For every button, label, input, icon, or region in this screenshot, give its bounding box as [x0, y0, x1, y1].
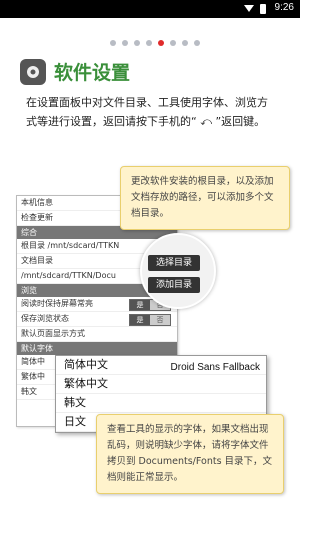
settings-row-default-view[interactable]: 默认页面显示方式 — [17, 327, 177, 342]
keep-screen-label: 阅读时保持屏幕常亮 — [21, 299, 93, 308]
tooltip-directories: 更改软件安装的根目录，以及添加文档存放的路径，可以添加多个文档目录。 — [120, 166, 290, 230]
toggle-no[interactable]: 否 — [150, 315, 170, 325]
settings-row-save-state[interactable]: 保存浏览状态 是 否 — [17, 312, 177, 327]
status-time: 9:26 — [274, 2, 294, 13]
section-font: 默认字体 — [17, 342, 177, 355]
page-title: 软件设置 — [20, 58, 130, 85]
magnifier-circle — [140, 233, 216, 309]
font-option-tc[interactable]: 繁体中文 — [56, 375, 266, 394]
page-dot — [182, 40, 188, 46]
page-dot — [170, 40, 176, 46]
battery-icon — [260, 4, 266, 14]
font-option-ko[interactable]: 韩文 — [56, 394, 266, 413]
save-state-label: 保存浏览状态 — [21, 314, 69, 323]
page-indicator — [110, 40, 200, 46]
font-option-label: 简体中文 — [64, 358, 108, 371]
toggle-yes[interactable]: 是 — [130, 315, 150, 325]
page-dot — [122, 40, 128, 46]
page-dot — [194, 40, 200, 46]
signal-icon — [244, 5, 254, 12]
toggle-yes[interactable]: 是 — [130, 300, 150, 310]
page-dot — [146, 40, 152, 46]
description-text: 在设置面板中对文件目录、工具使用字体、浏览方式等进行设置，返回请按下手机的“ ⤺… — [26, 96, 268, 128]
page-dot-active — [158, 40, 164, 46]
settings-gear-icon — [20, 58, 46, 85]
font-fallback-label: Droid Sans Fallback — [170, 362, 260, 373]
page-dot — [134, 40, 140, 46]
choose-dir-button[interactable]: 选择目录 — [148, 255, 200, 271]
tooltip-fonts: 查看工具的显示的字体，如果文档出现乱码，则说明缺少字体，请将字体文件拷贝到 Do… — [96, 414, 284, 494]
save-state-toggle[interactable]: 是 否 — [129, 314, 171, 326]
status-bar: 9:26 — [0, 0, 300, 18]
page-title-text: 软件设置 — [54, 62, 131, 84]
page-dot — [110, 40, 116, 46]
add-dir-button[interactable]: 添加目录 — [148, 277, 200, 293]
font-option-sc[interactable]: 简体中文 Droid Sans Fallback — [56, 356, 266, 375]
default-view-label: 默认页面显示方式 — [21, 329, 85, 338]
